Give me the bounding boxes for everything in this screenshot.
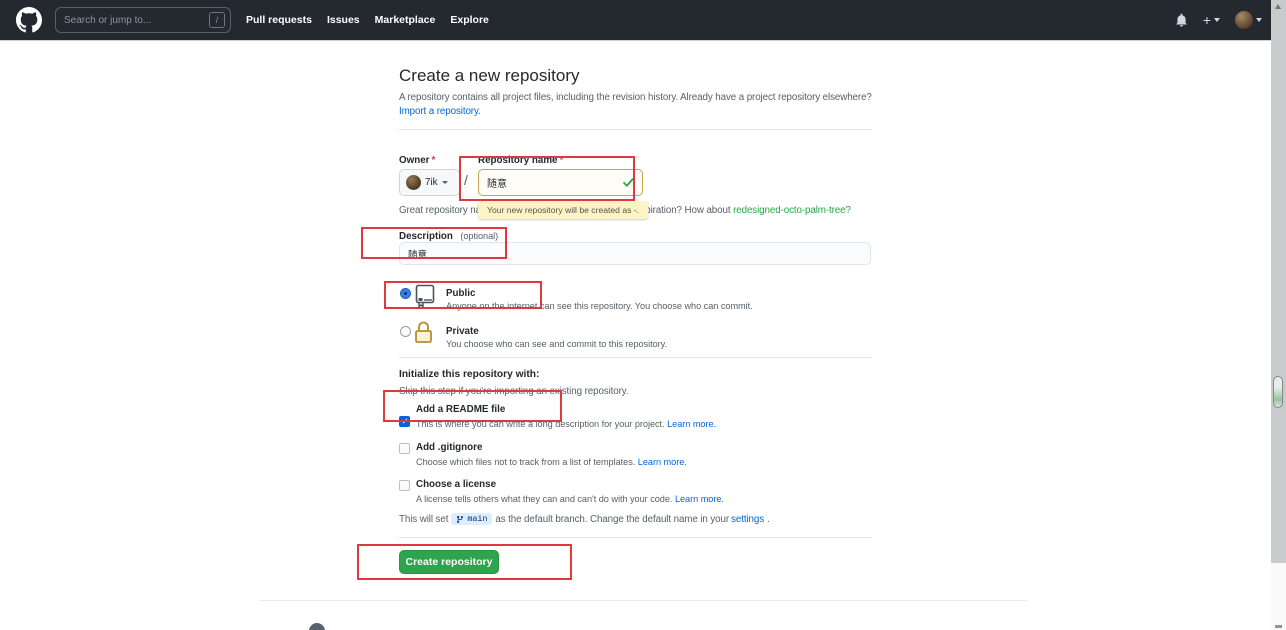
page-subtitle: A repository contains all project files,… bbox=[399, 92, 872, 103]
skip-step-text: Skip this step if you're importing an ex… bbox=[399, 386, 629, 397]
readme-description: This is where you can write a long descr… bbox=[416, 419, 717, 429]
repository-name-input[interactable] bbox=[478, 169, 643, 196]
github-logo-icon[interactable] bbox=[16, 7, 42, 33]
gitignore-label[interactable]: Add .gitignore bbox=[416, 442, 482, 453]
primary-nav: Pull requests Issues Marketplace Explore bbox=[246, 14, 489, 26]
initialize-heading: Initialize this repository with: bbox=[399, 369, 540, 380]
divider bbox=[399, 357, 871, 358]
plus-icon bbox=[1203, 13, 1211, 27]
repo-name-tooltip: Your new repository will be created as -… bbox=[478, 201, 649, 219]
suggested-repo-name-link[interactable]: redesigned-octo-palm-tree? bbox=[733, 205, 851, 216]
required-asterisk: * bbox=[559, 155, 564, 166]
learn-more-link[interactable]: Learn more. bbox=[675, 494, 724, 504]
private-label[interactable]: Private bbox=[446, 326, 479, 337]
import-repository-link[interactable]: Import a repository. bbox=[399, 106, 481, 117]
private-description: You choose who can see and commit to thi… bbox=[446, 339, 668, 349]
private-lock-icon bbox=[415, 321, 432, 343]
learn-more-link[interactable]: Learn more. bbox=[638, 457, 687, 467]
search-input[interactable] bbox=[64, 14, 209, 26]
public-label[interactable]: Public bbox=[446, 288, 475, 299]
scroll-up-arrow-icon[interactable] bbox=[1275, 4, 1281, 9]
optional-hint: (optional) bbox=[460, 231, 499, 241]
public-description: Anyone on the internet can see this repo… bbox=[446, 301, 753, 311]
nav-issues[interactable]: Issues bbox=[327, 14, 360, 26]
top-navbar: / Pull requests Issues Marketplace Explo… bbox=[0, 0, 1286, 40]
git-branch-icon bbox=[457, 515, 464, 523]
footer-divider bbox=[259, 600, 1027, 601]
license-label[interactable]: Choose a license bbox=[416, 479, 496, 490]
private-radio[interactable] bbox=[400, 326, 411, 337]
repo-suggestion-prefix: Great repository names are short and mem… bbox=[399, 205, 478, 216]
settings-link[interactable]: settings bbox=[731, 514, 764, 525]
chevron-down-icon bbox=[1214, 18, 1220, 22]
branch-badge: main bbox=[451, 513, 493, 525]
public-radio[interactable] bbox=[400, 288, 411, 299]
page-title: Create a new repository bbox=[399, 66, 580, 85]
gitignore-checkbox[interactable] bbox=[399, 443, 410, 454]
avatar bbox=[1235, 11, 1253, 29]
nav-marketplace[interactable]: Marketplace bbox=[375, 14, 436, 26]
create-new-menu[interactable] bbox=[1203, 13, 1220, 27]
required-asterisk: * bbox=[431, 155, 436, 166]
owner-select-value: 7ik bbox=[425, 177, 438, 188]
divider bbox=[399, 129, 871, 130]
divider bbox=[399, 537, 871, 538]
nav-pull-requests[interactable]: Pull requests bbox=[246, 14, 312, 26]
gitignore-description: Choose which files not to track from a l… bbox=[416, 457, 687, 467]
repo-suggestion-rest: inspiration? How about redesigned-octo-p… bbox=[633, 205, 851, 216]
avatar bbox=[406, 175, 421, 190]
vertical-scrollbar[interactable] bbox=[1271, 0, 1286, 630]
github-new-repo-page: / Pull requests Issues Marketplace Explo… bbox=[0, 0, 1286, 630]
scroll-down-arrow-icon[interactable] bbox=[1275, 625, 1282, 628]
create-repository-button[interactable]: Create repository bbox=[399, 550, 499, 574]
chevron-down-icon bbox=[1256, 18, 1262, 22]
learn-more-link[interactable]: Learn more. bbox=[667, 419, 716, 429]
scrollbar-thumb[interactable] bbox=[1273, 376, 1283, 408]
footer-github-mark-icon bbox=[309, 623, 325, 630]
chevron-down-icon bbox=[441, 181, 448, 184]
readme-checkbox[interactable] bbox=[399, 416, 410, 427]
owner-repo-separator: / bbox=[464, 172, 468, 188]
owner-label: Owner * bbox=[399, 155, 436, 166]
description-input[interactable] bbox=[399, 242, 871, 265]
slash-shortcut-hint: / bbox=[209, 12, 225, 28]
public-repo-icon bbox=[415, 284, 435, 308]
license-checkbox[interactable] bbox=[399, 480, 410, 491]
global-search[interactable]: / bbox=[55, 7, 231, 33]
license-description: A license tells others what they can and… bbox=[416, 494, 724, 504]
user-menu[interactable] bbox=[1235, 11, 1262, 29]
nav-explore[interactable]: Explore bbox=[450, 14, 489, 26]
valid-check-icon bbox=[623, 178, 634, 187]
default-branch-note: This will set main as the default branch… bbox=[399, 513, 770, 525]
repo-name-label: Repository name * bbox=[478, 155, 564, 166]
navbar-right bbox=[1175, 11, 1262, 29]
readme-label[interactable]: Add a README file bbox=[416, 404, 505, 415]
bell-icon[interactable] bbox=[1175, 13, 1188, 27]
owner-select[interactable]: 7ik bbox=[399, 169, 460, 196]
